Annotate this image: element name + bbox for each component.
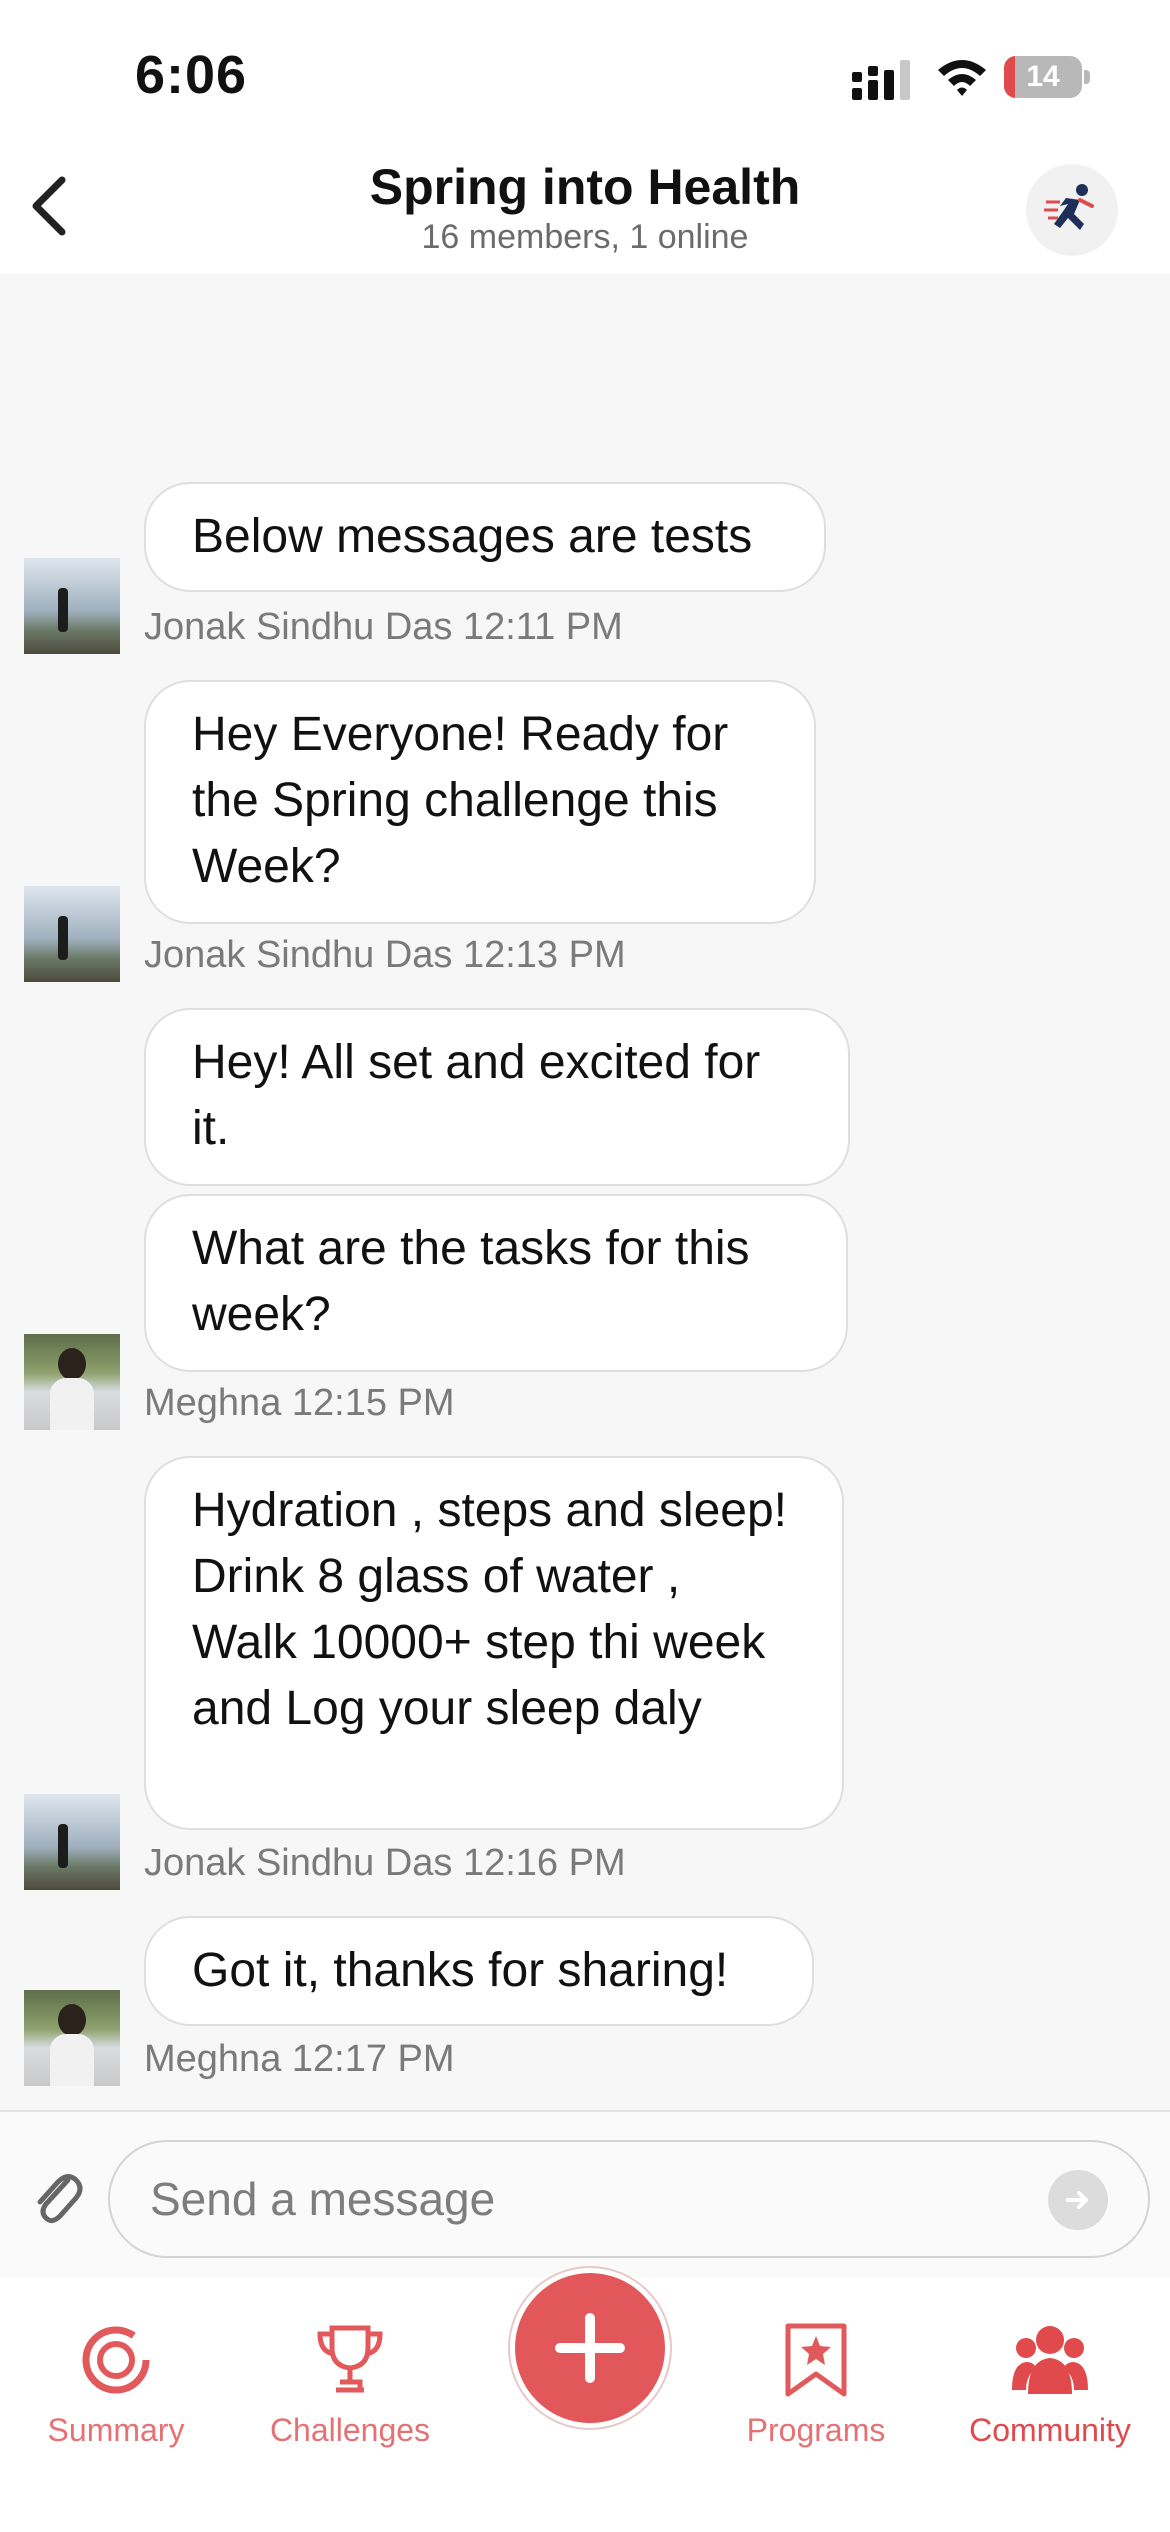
- battery-icon: 14: [1004, 56, 1090, 98]
- message-meta: Jonak Sindhu Das 12:11 PM: [144, 606, 623, 648]
- message-input[interactable]: [108, 2140, 1150, 2258]
- arrow-right-icon: [1066, 2191, 1088, 2209]
- ring-icon: [82, 2326, 150, 2394]
- tab-challenges[interactable]: Challenges: [250, 2302, 450, 2462]
- message-bubble: Below messages are tests: [144, 482, 826, 592]
- tab-summary[interactable]: Summary: [16, 2302, 216, 2462]
- avatar[interactable]: [24, 886, 120, 982]
- people-icon: [1012, 2326, 1088, 2394]
- wifi-icon: [938, 60, 986, 96]
- send-button[interactable]: [1048, 2170, 1108, 2230]
- runner-icon: [1044, 184, 1094, 230]
- avatar[interactable]: [24, 1794, 120, 1890]
- message-bubble: Hydration , steps and sleep! Drink 8 gla…: [144, 1456, 844, 1830]
- tab-label: Community: [969, 2412, 1131, 2448]
- message-bubble: Hey Everyone! Ready for the Spring chall…: [144, 680, 816, 924]
- battery-level: 14: [1026, 60, 1060, 93]
- message-bubble: Hey! All set and excited for it.: [144, 1008, 850, 1186]
- message-composer: [0, 2110, 1170, 2280]
- chat-subtitle: 16 members, 1 online: [421, 218, 749, 256]
- tab-label: Summary: [47, 2412, 185, 2448]
- paperclip-icon[interactable]: [30, 2166, 84, 2230]
- avatar[interactable]: [24, 558, 120, 654]
- group-avatar[interactable]: [1026, 164, 1118, 256]
- chat-header: Spring into Health 16 members, 1 online: [0, 150, 1170, 274]
- status-bar: 6:06 14: [0, 0, 1170, 150]
- message-bubble: Got it, thanks for sharing!: [144, 1916, 814, 2026]
- message-meta: Jonak Sindhu Das 12:13 PM: [144, 934, 626, 976]
- chat-title: Spring into Health: [369, 159, 801, 215]
- message-meta: Meghna 12:17 PM: [144, 2038, 455, 2080]
- tab-programs[interactable]: Programs: [716, 2302, 916, 2462]
- avatar[interactable]: [24, 1990, 120, 2086]
- message-list[interactable]: Below messages are tests Jonak Sindhu Da…: [0, 274, 1170, 2110]
- tab-community[interactable]: Community: [950, 2302, 1150, 2462]
- status-time: 6:06: [135, 45, 248, 105]
- avatar[interactable]: [24, 1334, 120, 1430]
- message-meta: Jonak Sindhu Das 12:16 PM: [144, 1842, 626, 1884]
- cellular-signal-icon: [852, 60, 910, 100]
- message-bubble: What are the tasks for this week?: [144, 1194, 848, 1372]
- tab-label: Challenges: [269, 2412, 431, 2448]
- tab-bar: Summary Challenges Programs Community: [0, 2268, 1170, 2532]
- trophy-icon: [317, 2325, 383, 2393]
- bookmark-star-icon: [785, 2323, 847, 2397]
- message-meta: Meghna 12:15 PM: [144, 1382, 455, 1424]
- plus-icon: [555, 2313, 625, 2383]
- add-button[interactable]: [510, 2268, 670, 2428]
- tab-label: Programs: [746, 2412, 886, 2448]
